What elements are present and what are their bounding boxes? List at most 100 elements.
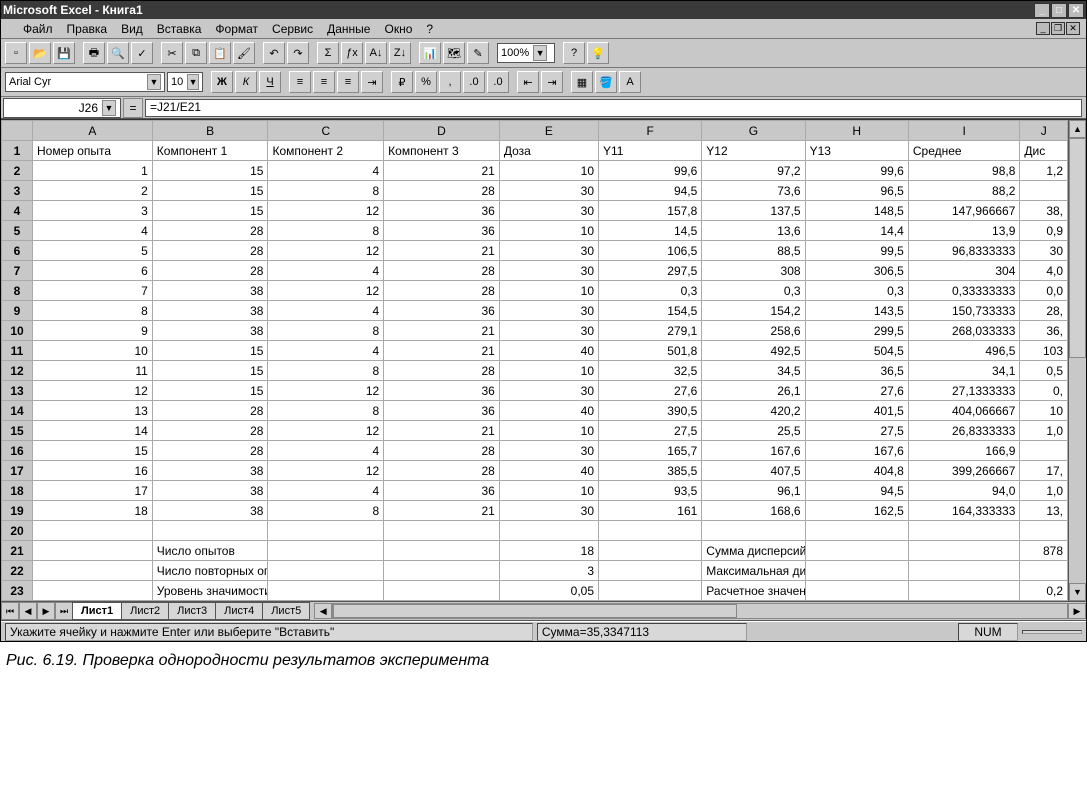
cell[interactable]: 297,5 xyxy=(599,261,702,281)
scroll-right-icon[interactable]: ▶ xyxy=(1068,603,1086,619)
cell[interactable]: 4 xyxy=(268,161,384,181)
cell[interactable]: 1 xyxy=(32,161,152,181)
cell[interactable]: 36 xyxy=(384,381,500,401)
cell[interactable] xyxy=(908,561,1020,581)
sheet-tab[interactable]: Лист5 xyxy=(262,602,310,620)
cell[interactable]: 21 xyxy=(384,161,500,181)
cell[interactable]: 12 xyxy=(268,461,384,481)
cell[interactable]: 167,6 xyxy=(702,441,805,461)
cell[interactable]: 26,1 xyxy=(702,381,805,401)
cell[interactable]: 18 xyxy=(499,541,598,561)
cell[interactable] xyxy=(1020,561,1068,581)
menu-insert[interactable]: Вставка xyxy=(157,22,202,36)
cell[interactable]: 30 xyxy=(499,261,598,281)
cell[interactable]: 38 xyxy=(152,301,268,321)
cell[interactable] xyxy=(599,521,702,541)
row-header[interactable]: 7 xyxy=(2,261,33,281)
cell[interactable]: 30 xyxy=(499,301,598,321)
borders-icon[interactable]: ▦ xyxy=(571,71,593,93)
cell[interactable]: 12 xyxy=(268,281,384,301)
cell[interactable] xyxy=(268,561,384,581)
cell[interactable]: 10 xyxy=(499,481,598,501)
cell[interactable]: 30 xyxy=(1020,241,1068,261)
italic-icon[interactable]: К xyxy=(235,71,257,93)
col-header[interactable]: C xyxy=(268,121,384,141)
cell[interactable]: 36, xyxy=(1020,321,1068,341)
vscroll-track[interactable] xyxy=(1069,138,1086,583)
cell[interactable]: 4,0 xyxy=(1020,261,1068,281)
cell[interactable]: 40 xyxy=(499,401,598,421)
cell[interactable]: 30 xyxy=(499,201,598,221)
cell[interactable]: 96,8333333 xyxy=(908,241,1020,261)
cell[interactable]: 7 xyxy=(32,281,152,301)
cell[interactable]: 8 xyxy=(268,181,384,201)
cell[interactable] xyxy=(908,521,1020,541)
row-header[interactable]: 4 xyxy=(2,201,33,221)
function-icon[interactable]: ƒx xyxy=(341,42,363,64)
cell[interactable] xyxy=(384,561,500,581)
cell[interactable]: 27,5 xyxy=(805,421,908,441)
cell[interactable]: 308 xyxy=(702,261,805,281)
cell[interactable]: 10 xyxy=(499,421,598,441)
inc-decimal-icon[interactable]: .0 xyxy=(463,71,485,93)
cell[interactable]: 401,5 xyxy=(805,401,908,421)
cell[interactable] xyxy=(499,521,598,541)
cell[interactable]: Компонент 1 xyxy=(152,141,268,161)
row-header[interactable]: 3 xyxy=(2,181,33,201)
autosum-icon[interactable]: Σ xyxy=(317,42,339,64)
cell[interactable]: 10 xyxy=(499,161,598,181)
cell[interactable]: 15 xyxy=(152,381,268,401)
cell[interactable]: 4 xyxy=(268,301,384,321)
cell[interactable]: 36 xyxy=(384,481,500,501)
cell[interactable]: Среднее xyxy=(908,141,1020,161)
cell[interactable]: 27,5 xyxy=(599,421,702,441)
cell[interactable] xyxy=(1020,521,1068,541)
currency-icon[interactable]: ₽ xyxy=(391,71,413,93)
cell[interactable]: 38, xyxy=(1020,201,1068,221)
cell[interactable]: 306,5 xyxy=(805,261,908,281)
cell[interactable]: 96,5 xyxy=(805,181,908,201)
chevron-down-icon[interactable]: ▼ xyxy=(102,100,116,116)
cell[interactable]: 15 xyxy=(32,441,152,461)
cell[interactable] xyxy=(805,541,908,561)
cell[interactable]: 30 xyxy=(499,321,598,341)
cell[interactable] xyxy=(384,541,500,561)
cell[interactable]: 11 xyxy=(32,361,152,381)
cell[interactable] xyxy=(268,541,384,561)
col-header[interactable]: F xyxy=(599,121,702,141)
align-right-icon[interactable]: ≡ xyxy=(337,71,359,93)
cell[interactable]: 161 xyxy=(599,501,702,521)
cell[interactable]: 162,5 xyxy=(805,501,908,521)
cell[interactable]: 504,5 xyxy=(805,341,908,361)
cell[interactable] xyxy=(268,581,384,601)
vertical-scrollbar[interactable]: ▲ ▼ xyxy=(1068,120,1086,601)
fill-color-icon[interactable]: 🪣 xyxy=(595,71,617,93)
cell[interactable]: 36 xyxy=(384,301,500,321)
row-header[interactable]: 1 xyxy=(2,141,33,161)
cell[interactable]: 30 xyxy=(499,241,598,261)
cell[interactable]: 154,2 xyxy=(702,301,805,321)
cell[interactable]: Номер опыта xyxy=(32,141,152,161)
percent-icon[interactable]: % xyxy=(415,71,437,93)
cell[interactable]: 4 xyxy=(268,341,384,361)
cell[interactable]: 28 xyxy=(384,261,500,281)
inner-close-button[interactable]: ✕ xyxy=(1066,22,1080,35)
cell[interactable]: 38 xyxy=(152,461,268,481)
cell[interactable]: 28 xyxy=(152,401,268,421)
format-painter-icon[interactable]: 🖌 xyxy=(233,42,255,64)
row-header[interactable]: 21 xyxy=(2,541,33,561)
cell[interactable]: 26,8333333 xyxy=(908,421,1020,441)
cell[interactable]: 38 xyxy=(152,501,268,521)
cell[interactable]: 13,9 xyxy=(908,221,1020,241)
cell[interactable]: 32,5 xyxy=(599,361,702,381)
cell[interactable]: 390,5 xyxy=(599,401,702,421)
col-header[interactable]: J xyxy=(1020,121,1068,141)
cell[interactable] xyxy=(599,561,702,581)
cell[interactable]: 93,5 xyxy=(599,481,702,501)
cell[interactable]: 501,8 xyxy=(599,341,702,361)
drawing-icon[interactable]: ✎ xyxy=(467,42,489,64)
cell[interactable]: 165,7 xyxy=(599,441,702,461)
cell[interactable]: 1,0 xyxy=(1020,421,1068,441)
open-icon[interactable]: 📂 xyxy=(29,42,51,64)
cell[interactable]: 36 xyxy=(384,401,500,421)
